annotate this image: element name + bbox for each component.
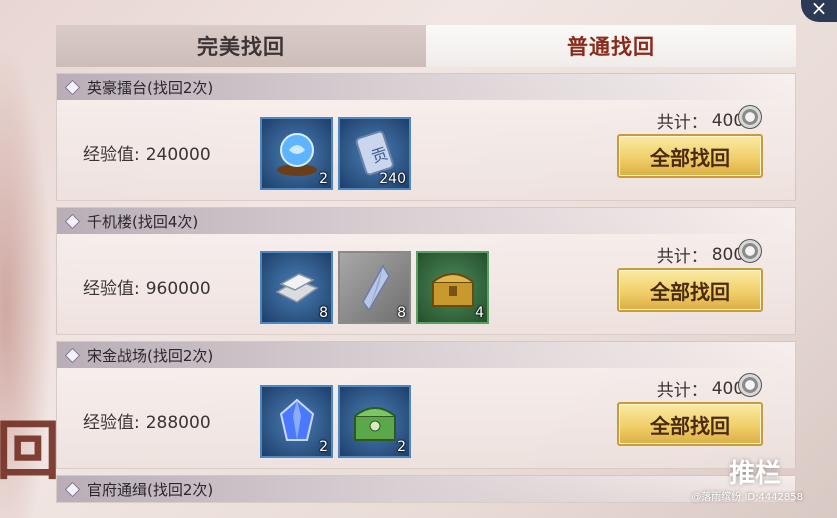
section-header: 宋金战场 (找回2次) [57, 342, 795, 368]
recovery-section: 英豪擂台 (找回2次) 经验值: 240000 2 贡 240 共计： 4000… [56, 73, 796, 201]
tab-bar: 完美找回 普通找回 [56, 25, 796, 67]
activity-name: 宋金战场 [87, 346, 148, 365]
watermark-id: @落雨缤纷 ID:4442858 [691, 492, 803, 503]
section-header: 千机楼 (找回4次) [57, 208, 795, 234]
recover-all-button[interactable]: 全部找回 [617, 402, 763, 446]
exp-display: 经验值: 288000 [83, 408, 211, 433]
recovery-count: (找回2次) [147, 480, 214, 499]
item-quantity: 2 [397, 439, 406, 455]
total-label: 共计： [656, 247, 708, 267]
activity-name: 英豪擂台 [87, 78, 148, 97]
reward-item[interactable]: 2 [260, 117, 333, 190]
total-label: 共计： [656, 381, 708, 401]
item-quantity: 2 [319, 439, 328, 455]
recovery-panel: 完美找回 普通找回 英豪擂台 (找回2次) 经验值: 240000 2 贡 24… [56, 25, 796, 505]
reward-items: 2 2 [260, 385, 411, 458]
reward-items: 2 贡 240 [260, 117, 411, 190]
silver-coin-icon [738, 373, 762, 397]
exp-label: 经验值: [83, 279, 140, 299]
silver-coin-icon [738, 239, 762, 263]
jade-chest-icon [353, 406, 396, 441]
recovery-count: (找回2次) [147, 346, 214, 365]
exp-value: 960000 [145, 279, 211, 299]
diamond-icon [65, 80, 79, 94]
recovery-count: (找回4次) [132, 212, 199, 231]
item-quantity: 240 [379, 171, 406, 187]
reward-item[interactable]: 2 [338, 385, 411, 458]
silver-coin-icon [738, 105, 762, 129]
exp-label: 经验值: [83, 145, 140, 165]
exp-value: 240000 [145, 145, 211, 165]
exp-display: 经验值: 960000 [83, 274, 211, 299]
close-icon[interactable]: × [801, 0, 837, 22]
item-quantity: 2 [319, 171, 328, 187]
recovery-section: 千机楼 (找回4次) 经验值: 960000 8 8 4 共计： 8000 全部… [56, 207, 796, 335]
background-calligraphy: 回 [0, 414, 60, 489]
total-label: 共计： [656, 113, 708, 133]
diamond-icon [65, 482, 79, 496]
exp-value: 288000 [145, 413, 211, 433]
recovery-section: 官府通缉 (找回2次) [56, 475, 796, 503]
blue-gem-icon [279, 398, 314, 441]
silver-ingot-icon [274, 272, 319, 303]
diamond-icon [65, 348, 79, 362]
tab-normal-recovery[interactable]: 普通找回 [426, 25, 796, 67]
recovery-section: 宋金战场 (找回2次) 经验值: 288000 2 2 共计： 4000 全部找… [56, 341, 796, 469]
diamond-icon [65, 214, 79, 228]
section-header: 官府通缉 (找回2次) [57, 476, 795, 502]
reward-item[interactable]: 4 [416, 251, 489, 324]
recover-all-button[interactable]: 全部找回 [617, 268, 763, 312]
exp-label: 经验值: [83, 413, 140, 433]
crystal-orb-icon [276, 132, 317, 176]
section-header: 英豪擂台 (找回2次) [57, 74, 795, 100]
reward-item[interactable]: 2 [260, 385, 333, 458]
reward-item[interactable]: 贡 240 [338, 117, 411, 190]
treasure-chest-icon [431, 272, 474, 307]
activity-name: 千机楼 [87, 212, 133, 231]
activity-name: 官府通缉 [87, 480, 148, 499]
item-quantity: 4 [475, 305, 484, 321]
item-quantity: 8 [397, 305, 406, 321]
recovery-count: (找回2次) [147, 78, 214, 97]
watermark-logo: 推栏 [728, 459, 781, 489]
tab-perfect-recovery[interactable]: 完美找回 [56, 25, 426, 67]
exp-display: 经验值: 240000 [83, 140, 211, 165]
reward-item[interactable]: 8 [260, 251, 333, 324]
recover-all-button[interactable]: 全部找回 [617, 134, 763, 178]
reward-items: 8 8 4 [260, 251, 489, 324]
crystal-shard-icon [361, 264, 390, 311]
reward-item[interactable]: 8 [338, 251, 411, 324]
item-quantity: 8 [319, 305, 328, 321]
